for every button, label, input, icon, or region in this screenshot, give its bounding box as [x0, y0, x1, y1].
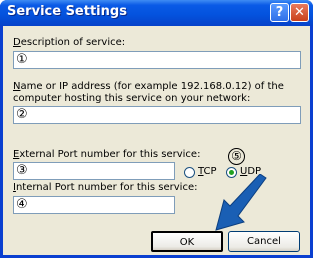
arrow-pointer-icon	[215, 174, 267, 231]
host-label: Name or IP address (for example 192.168.…	[13, 81, 284, 104]
host-value: ②	[16, 107, 28, 122]
internal-port-label: Internal Port number for this service:	[13, 182, 198, 193]
description-label: Description of service:	[13, 37, 126, 48]
internal-port-field[interactable]: ④	[13, 196, 175, 214]
external-port-field[interactable]: ③	[13, 162, 175, 180]
description-value: ①	[16, 52, 28, 67]
internal-port-value: ④	[16, 197, 28, 212]
close-button[interactable]: ✕	[290, 3, 309, 22]
host-field[interactable]: ②	[13, 106, 301, 124]
external-port-value: ③	[16, 163, 28, 178]
tcp-radio[interactable]	[184, 167, 195, 178]
protocol-callout: ⑤	[228, 148, 245, 165]
title-bar[interactable]: Service Settings ? ✕	[0, 0, 313, 26]
description-field[interactable]: ①	[13, 51, 301, 69]
dialog-title: Service Settings	[7, 4, 127, 19]
external-port-label: External Port number for this service:	[13, 149, 201, 160]
help-button[interactable]: ?	[270, 3, 289, 22]
